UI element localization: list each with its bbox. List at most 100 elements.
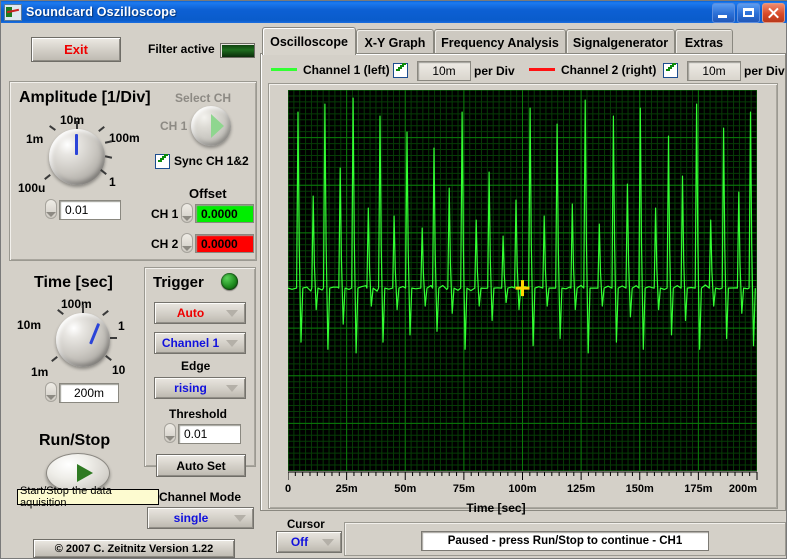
time-knob-label-10: 10 <box>112 363 126 377</box>
tab-label: Extras <box>684 35 724 50</box>
play-icon <box>77 464 93 482</box>
x-tick-label: 200m <box>728 483 757 495</box>
time-spinner[interactable] <box>45 382 57 402</box>
offset-ch2-label: CH 2 <box>151 237 179 251</box>
amplitude-knob-label-100u: 100u <box>18 181 46 195</box>
tab-extras[interactable]: Extras <box>675 29 733 55</box>
x-tick-label: 100m <box>508 483 537 495</box>
trigger-source-value: Channel 1 <box>161 336 220 350</box>
chevron-down-icon <box>322 538 334 546</box>
ch2-enable-checkbox[interactable] <box>663 63 678 78</box>
x-tick-label: 50m <box>394 483 417 495</box>
x-tick-label: 0 <box>285 483 292 495</box>
trigger-edge-label: Edge <box>181 359 211 373</box>
time-value-field[interactable]: 200m <box>59 383 119 403</box>
minimize-icon[interactable] <box>712 3 735 23</box>
amplitude-knob-label-100m: 100m <box>109 131 140 145</box>
tab-xy-graph[interactable]: X-Y Graph <box>356 29 434 55</box>
x-tick-label: 150m <box>625 483 654 495</box>
x-tick-label: 25m <box>335 483 358 495</box>
plot-canvas <box>288 90 757 471</box>
ch1-label: Channel 1 (left) <box>303 63 390 77</box>
time-knob[interactable] <box>56 313 110 367</box>
select-ch-pointer <box>211 114 224 138</box>
amplitude-title: Amplitude [1/Div] <box>19 89 151 106</box>
time-tick <box>51 356 58 362</box>
amplitude-knob-label-10m: 10m <box>60 113 85 127</box>
sync-ch-checkbox[interactable] <box>155 154 170 169</box>
cursor-value: Off <box>290 535 309 549</box>
offset-ch2-spinner[interactable] <box>181 233 193 253</box>
amplitude-value-field[interactable]: 0.01 <box>59 200 121 220</box>
channel-mode-label: Channel Mode <box>159 490 242 504</box>
x-axis-title: Time [sec] <box>466 501 526 515</box>
select-ch-label: Select CH <box>175 91 232 105</box>
trigger-edge-select[interactable]: rising <box>154 377 246 399</box>
close-icon[interactable] <box>762 3 785 23</box>
maximize-icon[interactable] <box>737 3 760 23</box>
channel-mode-select[interactable]: single <box>147 507 254 529</box>
select-ch-value: CH 1 <box>160 119 188 133</box>
time-tick <box>82 305 84 313</box>
trigger-source-select[interactable]: Channel 1 <box>154 332 246 354</box>
time-knob-label-1m: 1m <box>31 365 49 379</box>
amplitude-knob-label-1m: 1m <box>26 132 44 146</box>
ch1-color-swatch <box>271 68 297 71</box>
run-stop-title: Run/Stop <box>39 432 111 449</box>
x-tick-label: 125m <box>567 483 596 495</box>
sync-ch-label: Sync CH 1&2 <box>174 154 249 168</box>
oscilloscope-plot[interactable] <box>288 90 757 471</box>
auto-set-button[interactable]: Auto Set <box>156 454 246 477</box>
cursor-label: Cursor <box>287 519 325 531</box>
window-title: Soundcard Oszilloscope <box>26 5 177 19</box>
chevron-down-icon <box>226 384 238 392</box>
threshold-spinner[interactable] <box>164 423 176 443</box>
time-knob-label-10m: 10m <box>17 318 42 332</box>
trigger-threshold-label: Threshold <box>169 407 228 421</box>
status-message: Paused - press Run/Stop to continue - CH… <box>421 531 709 551</box>
time-title: Time [sec] <box>34 274 113 291</box>
amplitude-knob[interactable] <box>49 129 105 185</box>
select-ch-knob[interactable] <box>191 106 231 146</box>
copyright-label: © 2007 C. Zeitnitz Version 1.22 <box>33 539 235 558</box>
time-knob-label-100m: 100m <box>61 297 92 311</box>
trigger-title: Trigger <box>153 274 204 291</box>
filter-active-label: Filter active <box>148 42 215 56</box>
chevron-down-icon <box>226 309 238 317</box>
ch2-color-swatch <box>529 68 555 71</box>
ch1-per-div-field[interactable]: 10m <box>417 61 471 81</box>
time-tick <box>105 355 112 361</box>
tab-label: Oscilloscope <box>270 34 348 49</box>
tab-frequency-analysis[interactable]: Frequency Analysis <box>434 29 566 55</box>
offset-ch1-spinner[interactable] <box>181 203 193 223</box>
time-tick <box>102 310 109 316</box>
trigger-mode-value: Auto <box>176 306 205 320</box>
ch1-enable-checkbox[interactable] <box>393 63 408 78</box>
time-knob-label-1: 1 <box>118 319 125 333</box>
tab-label: Frequency Analysis <box>441 35 559 50</box>
threshold-field[interactable]: 0.01 <box>178 424 241 444</box>
window-buttons <box>712 3 785 23</box>
trigger-edge-value: rising <box>174 381 207 395</box>
time-tick <box>110 337 117 339</box>
tab-oscilloscope[interactable]: Oscilloscope <box>262 27 356 55</box>
ch2-per-div-field[interactable]: 10m <box>687 61 741 81</box>
filter-active-led <box>220 43 255 58</box>
waveform-icon <box>4 3 22 21</box>
exit-button[interactable]: Exit <box>31 37 121 62</box>
amplitude-knob-label-1: 1 <box>109 175 116 189</box>
tab-label: Signalgenerator <box>572 35 669 50</box>
cursor-select[interactable]: Off <box>276 531 342 553</box>
x-tick-label: 75m <box>452 483 475 495</box>
amplitude-spinner[interactable] <box>45 199 57 219</box>
tab-signalgenerator[interactable]: Signalgenerator <box>566 29 675 55</box>
channel-mode-value: single <box>173 511 209 525</box>
trigger-mode-select[interactable]: Auto <box>154 302 246 324</box>
chevron-down-icon <box>234 514 246 522</box>
ch2-per-div-unit: per Div <box>744 64 785 78</box>
x-axis-ticks <box>288 471 758 480</box>
offset-ch2-field[interactable]: 0.0000 <box>195 234 254 253</box>
app-window: Soundcard Oszilloscope Exit Filter activ… <box>0 0 787 559</box>
run-stop-tooltip: Start/Stop the data aquisition <box>17 485 159 509</box>
offset-ch1-field[interactable]: 0.0000 <box>195 204 254 223</box>
